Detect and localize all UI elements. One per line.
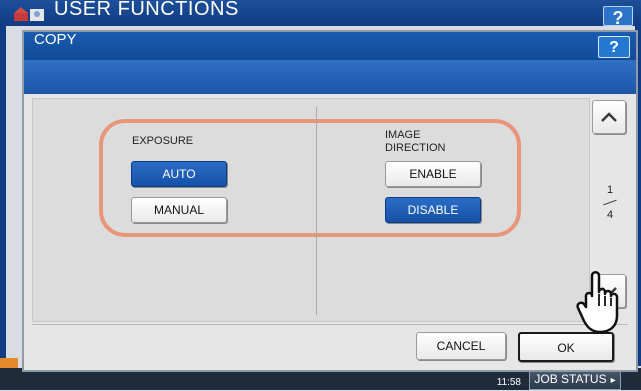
background-accent	[0, 358, 18, 368]
dialog-title-bar: COPY ?	[24, 31, 636, 60]
dialog-help-button[interactable]: ?	[598, 36, 630, 58]
page-separator	[603, 199, 617, 206]
job-status-arrow-icon: ▸	[610, 375, 616, 386]
cancel-label: CANCEL	[436, 339, 486, 353]
image-direction-label-line2: DIRECTION	[385, 142, 446, 154]
app-help-button[interactable]: ?	[603, 6, 633, 28]
column-divider	[316, 107, 317, 315]
exposure-auto-label: AUTO	[162, 167, 196, 181]
exposure-label: EXPOSURE	[132, 135, 194, 147]
footer-divider	[32, 324, 628, 325]
page-indicator: 1 4	[592, 184, 628, 221]
ok-button[interactable]: OK	[518, 332, 614, 362]
image-direction-enable-label: ENABLE	[409, 167, 457, 181]
exposure-auto-button[interactable]: AUTO	[131, 161, 227, 187]
ok-label: OK	[557, 341, 575, 355]
job-status-label: JOB STATUS	[534, 372, 607, 386]
exposure-manual-label: MANUAL	[153, 203, 204, 217]
page-up-button[interactable]	[592, 100, 626, 134]
copy-dialog: COPY ? EXPOSURE AUTO MANUAL IMAGE DIRECT…	[22, 30, 638, 372]
page-total: 4	[606, 209, 614, 221]
clock: 11:58	[496, 377, 521, 388]
image-direction-enable-button[interactable]: ENABLE	[385, 161, 481, 187]
image-direction-label-line1: IMAGE	[385, 129, 421, 141]
exposure-manual-button[interactable]: MANUAL	[131, 197, 227, 223]
page-current: 1	[606, 184, 614, 196]
dialog-header-band	[24, 60, 636, 94]
cancel-button[interactable]: CANCEL	[416, 332, 506, 360]
chevron-up-icon	[601, 112, 617, 122]
logo-icon	[14, 7, 44, 21]
hand-cursor-icon	[576, 271, 619, 334]
dialog-title: COPY	[34, 31, 77, 48]
app-title: USER FUNCTIONS	[54, 0, 239, 20]
background-strip-left	[0, 26, 6, 366]
settings-panel: EXPOSURE AUTO MANUAL IMAGE DIRECTION ENA…	[32, 98, 590, 322]
image-direction-disable-label: DISABLE	[407, 203, 459, 217]
image-direction-label: IMAGE DIRECTION	[385, 129, 446, 155]
app-header: USER FUNCTIONS ?	[0, 0, 641, 28]
image-direction-disable-button[interactable]: DISABLE	[385, 197, 481, 223]
